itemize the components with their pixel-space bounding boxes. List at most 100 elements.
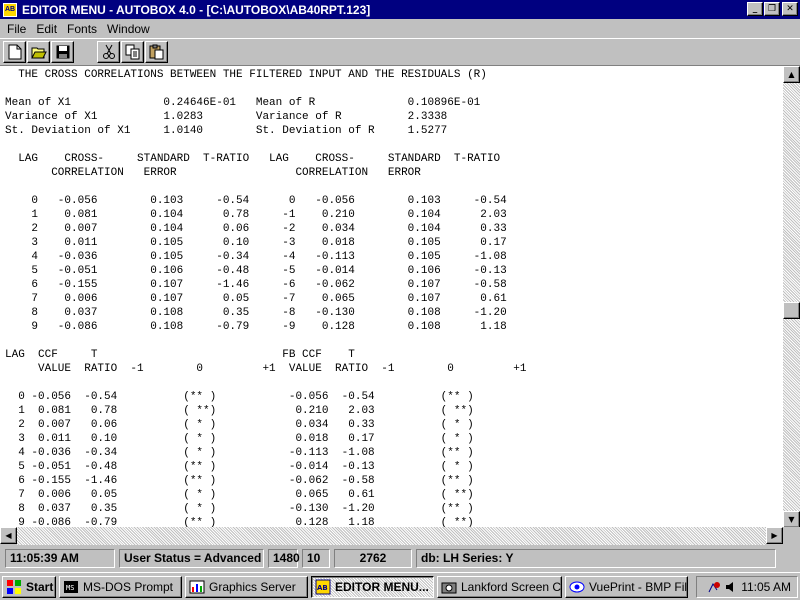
taskbar-label: Graphics Server	[209, 579, 296, 594]
report-line: 8 0.037 0.35 ( * ) -0.130 -1.20 (** )	[5, 503, 474, 515]
window-title: EDITOR MENU - AUTOBOX 4.0 - [C:\AUTOBOX\…	[22, 2, 371, 17]
report-line: 1 0.081 0.104 0.78 -1 0.210 0.104 2.03	[5, 209, 507, 221]
vertical-scroll-thumb[interactable]	[783, 302, 800, 319]
taskbar-label: VuePrint - BMP File...	[589, 579, 688, 594]
report-line: Mean of X1 0.24646E-01 Mean of R 0.10896…	[5, 97, 481, 109]
report-line: 3 0.011 0.10 ( * ) 0.018 0.17 ( * )	[5, 433, 474, 445]
clock[interactable]: 11:05 AM	[741, 580, 791, 594]
taskbar-lankford[interactable]: Lankford Screen C...	[437, 575, 562, 598]
menu-file[interactable]: File	[2, 22, 31, 36]
report-line: 4 -0.036 0.105 -0.34 -4 -0.113 0.105 -1.…	[5, 251, 507, 263]
new-file-icon	[8, 44, 21, 60]
new-file-button[interactable]	[3, 41, 26, 63]
report-line: 6 -0.155 0.107 -1.46 -6 -0.062 0.107 -0.…	[5, 279, 507, 291]
report-line: 8 0.037 0.108 0.35 -8 -0.130 0.108 -1.20	[5, 307, 507, 319]
taskbar-label: MS-DOS Prompt	[83, 579, 174, 594]
status-db: db: LH Series: Y	[416, 549, 776, 568]
close-button[interactable]: ✕	[782, 2, 798, 16]
copy-icon	[125, 44, 139, 60]
save-button[interactable]	[51, 41, 74, 63]
minimize-button[interactable]: _	[747, 2, 763, 16]
menu-edit[interactable]: Edit	[31, 22, 62, 36]
report-line: THE CROSS CORRELATIONS BETWEEN THE FILTE…	[5, 69, 487, 81]
report-line: 2 0.007 0.06 ( * ) 0.034 0.33 ( * )	[5, 419, 474, 431]
report-line: 5 -0.051 -0.48 (** ) -0.014 -0.13 ( * )	[5, 461, 474, 473]
restore-button[interactable]: ❐	[764, 2, 780, 16]
report-line: 7 0.006 0.107 0.05 -7 0.065 0.107 0.61	[5, 293, 507, 305]
start-label: Start	[26, 579, 54, 594]
scroll-corner	[783, 527, 800, 545]
toolbar	[0, 38, 800, 65]
status-user: User Status = Advanced	[119, 549, 264, 568]
report-line	[5, 82, 783, 96]
autobox-icon: AB	[315, 579, 331, 594]
paste-button[interactable]	[145, 41, 168, 63]
status-bar: 11:05:39 AM User Status = Advanced 1480 …	[0, 545, 800, 572]
status-field-3: 2762	[334, 549, 412, 568]
cut-button[interactable]	[97, 41, 120, 63]
report-line: 4 -0.036 -0.34 ( * ) -0.113 -1.08 (** )	[5, 447, 474, 459]
report-line	[5, 376, 783, 390]
taskbar-ms-dos[interactable]: MS MS-DOS Prompt	[59, 575, 182, 598]
windows-logo-icon	[7, 579, 21, 594]
system-tray: 11:05 AM	[696, 576, 798, 598]
menu-fonts[interactable]: Fonts	[62, 22, 102, 36]
paste-icon	[149, 44, 163, 60]
report-line: CORRELATION ERROR CORRELATION ERROR	[5, 167, 421, 179]
scroll-right-button[interactable]: ▶	[766, 527, 783, 544]
network-icon[interactable]	[707, 580, 721, 594]
status-time: 11:05:39 AM	[5, 549, 115, 568]
scissors-icon	[102, 44, 115, 59]
report-line: Variance of X1 1.0283 Variance of R 2.33…	[5, 111, 448, 123]
report-line: 0 -0.056 -0.54 (** ) -0.056 -0.54 (** )	[5, 391, 474, 403]
vertical-scroll-track[interactable]	[783, 83, 800, 511]
ms-dos-icon: MS	[64, 580, 78, 593]
report-line: LAG CROSS- STANDARD T-RATIO LAG CROSS- S…	[5, 153, 501, 165]
start-button[interactable]: Start	[2, 575, 56, 598]
report-line: LAG CCF T FB CCF T	[5, 349, 355, 361]
speaker-icon[interactable]	[724, 580, 738, 594]
scroll-left-button[interactable]: ◀	[0, 527, 17, 544]
report-line	[5, 138, 783, 152]
taskbar-editor-menu[interactable]: AB EDITOR MENU...	[311, 575, 434, 598]
taskbar-graphics-server[interactable]: Graphics Server	[185, 575, 308, 598]
horizontal-scroll-track[interactable]	[17, 527, 766, 545]
report-line: 5 -0.051 0.106 -0.48 -5 -0.014 0.106 -0.…	[5, 265, 507, 277]
copy-button[interactable]	[121, 41, 144, 63]
menu-bar: File Edit Fonts Window	[0, 19, 800, 38]
graphics-server-icon	[189, 580, 205, 593]
open-folder-button[interactable]	[27, 41, 50, 63]
status-field-1: 1480	[268, 549, 300, 568]
report-line: 7 0.006 0.05 ( * ) 0.065 0.61 ( **)	[5, 489, 474, 501]
open-folder-icon	[30, 47, 47, 59]
vertical-scrollbar[interactable]: ▲ ▼	[783, 66, 800, 528]
report-line: St. Deviation of X1 1.0140 St. Deviation…	[5, 125, 448, 137]
report-line: VALUE RATIO -1 0 +1 VALUE RATIO -1 0 +1	[5, 363, 527, 375]
horizontal-scrollbar[interactable]: ◀ ▶	[0, 527, 783, 545]
report-line	[5, 334, 783, 348]
report-line: 2 0.007 0.104 0.06 -2 0.034 0.104 0.33	[5, 223, 507, 235]
status-field-2: 10	[302, 549, 330, 568]
svg-text:MS: MS	[66, 584, 74, 592]
taskbar: Start MS MS-DOS Prompt Graphics Server A…	[0, 572, 800, 600]
eye-icon	[569, 581, 585, 592]
scroll-down-button[interactable]: ▼	[783, 511, 800, 528]
report-line: 9 -0.086 0.108 -0.79 -9 0.128 0.108 1.18	[5, 321, 507, 333]
report-text[interactable]: THE CROSS CORRELATIONS BETWEEN THE FILTE…	[0, 66, 783, 528]
svg-text:AB: AB	[317, 584, 328, 592]
menu-window[interactable]: Window	[102, 22, 155, 36]
editor-pane[interactable]: THE CROSS CORRELATIONS BETWEEN THE FILTE…	[0, 65, 800, 545]
report-line: 6 -0.155 -1.46 (** ) -0.062 -0.58 (** )	[5, 475, 474, 487]
report-line: 3 0.011 0.105 0.10 -3 0.018 0.105 0.17	[5, 237, 507, 249]
taskbar-vueprint[interactable]: VuePrint - BMP File...	[565, 575, 688, 598]
camera-icon	[441, 582, 457, 593]
report-line	[5, 180, 783, 194]
report-line: 1 0.081 0.78 ( **) 0.210 2.03 ( **)	[5, 405, 474, 417]
window-controls: _ ❐ ✕	[746, 2, 798, 16]
taskbar-label: Lankford Screen C...	[461, 579, 562, 594]
taskbar-label: EDITOR MENU...	[335, 579, 429, 594]
save-disk-icon	[56, 45, 69, 59]
title-bar[interactable]: AB EDITOR MENU - AUTOBOX 4.0 - [C:\AUTOB…	[0, 0, 800, 19]
app-icon[interactable]: AB	[3, 2, 17, 17]
scroll-up-button[interactable]: ▲	[783, 66, 800, 83]
